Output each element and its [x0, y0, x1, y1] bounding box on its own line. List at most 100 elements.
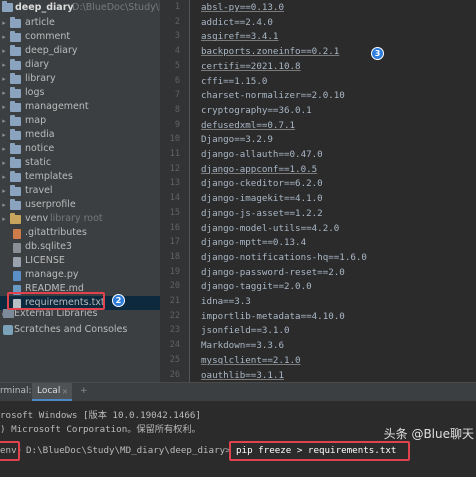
tree-item-gitattributes[interactable]: .gitattributes	[0, 226, 160, 240]
tree-item-static[interactable]: ▸ static	[0, 156, 160, 170]
tree-item-media[interactable]: ▸ media	[0, 128, 160, 142]
watermark: 头条 @Blue聊天	[383, 427, 474, 441]
code-line[interactable]: django-imagekit==4.1.0	[201, 193, 323, 204]
line-number: 22	[169, 310, 180, 321]
tree-root-row[interactable]: ▾ deep_diary D:\BlueDoc\Study\MD_...	[0, 0, 160, 16]
library-root-hint: library root	[50, 213, 103, 224]
tree-item-library[interactable]: ▸ library	[0, 72, 160, 86]
expand-arrow-icon[interactable]: ▸	[0, 72, 8, 86]
tab-local[interactable]: Local ✕	[32, 383, 72, 401]
tree-item-label: library	[25, 73, 56, 84]
tree-item-label: article	[25, 17, 55, 28]
code-line[interactable]: importlib-metadata==4.10.0	[201, 311, 345, 322]
code-line[interactable]: absl-py==0.13.0	[201, 2, 284, 13]
file-icon	[13, 257, 21, 267]
code-line[interactable]: django-model-utils==4.2.0	[201, 223, 339, 234]
command-highlight-box	[229, 441, 410, 461]
expand-arrow-icon[interactable]: ▸	[0, 16, 8, 30]
tree-item-venv[interactable]: ▸ venv library root	[0, 212, 160, 226]
expand-arrow-icon[interactable]: ▸	[0, 30, 8, 44]
venv-folder-icon	[10, 213, 21, 224]
tree-item-deep-diary[interactable]: ▸ deep_diary	[0, 44, 160, 58]
folder-icon	[10, 87, 21, 98]
expand-arrow-icon[interactable]: ▸	[0, 44, 8, 58]
expand-arrow-icon[interactable]: ▸	[0, 114, 8, 128]
line-number: 19	[169, 266, 180, 277]
expand-arrow-icon[interactable]: ▸	[0, 142, 8, 156]
code-line[interactable]: django-password-reset==2.0	[201, 267, 345, 278]
code-line[interactable]: oauthlib==3.1.1	[201, 370, 284, 381]
code-line[interactable]: idna==3.3	[201, 296, 251, 307]
line-number: 13	[169, 178, 180, 189]
expand-arrow-icon[interactable]: ▸	[0, 170, 8, 184]
expand-arrow-icon[interactable]: ▸	[0, 100, 8, 114]
editor-panel[interactable]: 1 2 3 4 5 6 7 8 9 10 11 12 13 14 15 16 17 18 19 20 21 22 23 24 2…	[160, 0, 476, 382]
root-folder-label: deep_diary	[15, 2, 74, 13]
code-line[interactable]: django-notifications-hq==1.6.0	[201, 252, 367, 263]
code-line[interactable]: django-appconf==1.0.5	[201, 164, 317, 175]
code-line[interactable]: cffi==1.15.0	[201, 76, 267, 87]
line-number: 26	[169, 369, 180, 380]
tree-item-management[interactable]: ▸ management	[0, 100, 160, 114]
tree-item-db-sqlite3[interactable]: db.sqlite3	[0, 240, 160, 254]
code-line[interactable]: django-js-asset==1.2.2	[201, 208, 323, 219]
expand-arrow-icon[interactable]: ▸	[0, 128, 8, 142]
line-number: 8	[174, 104, 180, 115]
tree-item-label: db.sqlite3	[25, 241, 72, 252]
tree-item-license[interactable]: LICENSE	[0, 254, 160, 268]
line-number: 24	[169, 340, 180, 351]
tree-item-map[interactable]: ▸ map	[0, 114, 160, 128]
tree-item-diary[interactable]: ▸ diary	[0, 58, 160, 72]
file-icon	[13, 229, 21, 239]
folder-icon	[10, 59, 21, 70]
line-number: 25	[169, 354, 180, 365]
code-line[interactable]: django-allauth==0.47.0	[201, 149, 323, 160]
expand-arrow-icon[interactable]: ▸	[0, 198, 8, 212]
tree-item-travel[interactable]: ▸ travel	[0, 184, 160, 198]
tree-item-userprofile[interactable]: ▸ userprofile	[0, 198, 160, 212]
code-line[interactable]: django-ckeditor==6.2.0	[201, 178, 323, 189]
terminal-output-line: ) Microsoft Corporation。保留所有权利。	[0, 424, 201, 435]
tree-item-logs[interactable]: ▸ logs	[0, 86, 160, 100]
close-tab-icon[interactable]: ✕	[62, 388, 68, 396]
folder-icon	[10, 143, 21, 154]
code-line[interactable]: Markdown==3.3.6	[201, 340, 284, 351]
folder-icon	[2, 1, 13, 12]
line-number: 4	[174, 46, 180, 57]
code-line[interactable]: cryptography==36.0.1	[201, 105, 312, 116]
expand-arrow-icon[interactable]: ▸	[0, 156, 8, 170]
line-number: 3	[174, 31, 180, 42]
tree-item-label: management	[25, 101, 89, 112]
terminal-output-line: rosoft Windows [版本 10.0.19042.1466]	[0, 410, 201, 421]
folder-icon	[10, 31, 21, 42]
tree-item-article[interactable]: ▸ article	[0, 16, 160, 30]
line-number: 9	[174, 119, 180, 130]
scratches-row[interactable]: Scratches and Consoles	[0, 322, 160, 338]
tree-item-templates[interactable]: ▸ templates	[0, 170, 160, 184]
folder-icon	[10, 199, 21, 210]
code-line[interactable]: charset-normalizer==2.0.10	[201, 90, 345, 101]
expand-arrow-icon[interactable]: ▸	[0, 58, 8, 72]
tree-item-comment[interactable]: ▸ comment	[0, 30, 160, 44]
folder-icon	[10, 73, 21, 84]
tree-item-manage-py[interactable]: manage.py	[0, 268, 160, 282]
line-number: 7	[174, 90, 180, 101]
code-line[interactable]: backports.zoneinfo==0.2.1	[201, 46, 339, 57]
folder-icon	[10, 17, 21, 28]
expand-arrow-icon[interactable]: ▸	[0, 184, 8, 198]
requirements-highlight-box	[7, 292, 105, 310]
tree-item-notice[interactable]: ▸ notice	[0, 142, 160, 156]
expand-arrow-icon[interactable]: ▸	[0, 86, 8, 100]
add-terminal-button[interactable]: +	[80, 386, 88, 396]
code-line[interactable]: jsonfield==3.1.0	[201, 325, 290, 336]
code-line[interactable]: mysqlclient==2.1.0	[201, 355, 301, 366]
expand-arrow-icon[interactable]: ▸	[0, 212, 8, 226]
code-line[interactable]: certifi==2021.10.8	[201, 61, 301, 72]
code-line[interactable]: Django==3.2.9	[201, 134, 273, 145]
line-number: 11	[169, 149, 180, 159]
code-line[interactable]: django-mptt==0.13.4	[201, 237, 306, 248]
code-line[interactable]: addict==2.4.0	[201, 17, 273, 28]
code-line[interactable]: django-taggit==2.0.0	[201, 281, 312, 292]
code-line[interactable]: defusedxml==0.7.1	[201, 120, 295, 131]
code-line[interactable]: asgiref==3.4.1	[201, 31, 278, 42]
